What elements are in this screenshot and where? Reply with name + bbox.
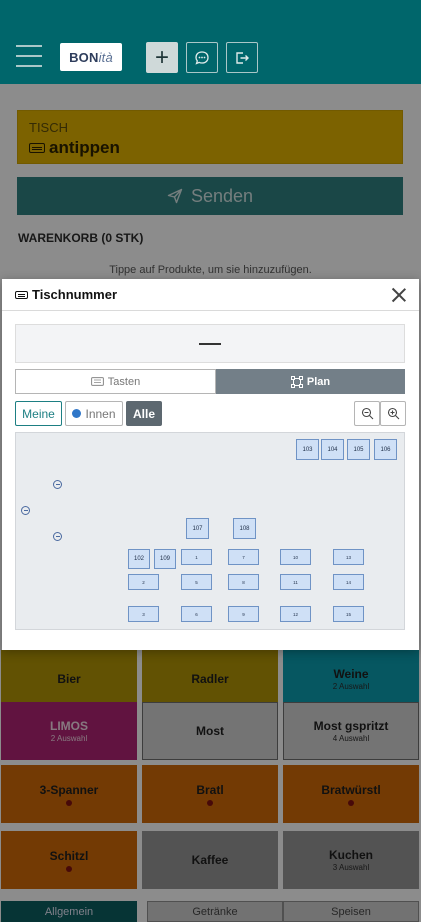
table-11[interactable]: 11 xyxy=(280,574,311,590)
table-3[interactable]: 3 xyxy=(128,606,159,622)
zoom-in-icon xyxy=(387,407,399,420)
table-108[interactable]: 108 xyxy=(233,518,256,539)
logout-icon xyxy=(236,51,249,64)
modal-title-text: Tischnummer xyxy=(32,287,118,302)
modal-header: Tischnummer xyxy=(2,279,419,311)
tab-tasten[interactable]: Tasten xyxy=(15,369,216,394)
keyboard-icon xyxy=(15,290,28,299)
table-102[interactable]: 102 xyxy=(128,549,150,569)
filter-innen-button[interactable]: Innen xyxy=(65,401,123,426)
message-button[interactable] xyxy=(186,42,218,73)
table-number-display xyxy=(15,324,405,363)
table-number-modal: Tischnummer Tasten Plan Meine Innen Alle xyxy=(2,279,419,650)
table-7[interactable]: 7 xyxy=(228,549,259,565)
logo-accent: ità xyxy=(98,49,113,65)
add-button[interactable]: + xyxy=(146,42,178,73)
table-1[interactable]: 1 xyxy=(181,549,212,565)
table-10[interactable]: 10 xyxy=(280,549,311,565)
plus-icon: + xyxy=(154,43,169,71)
message-icon xyxy=(195,50,209,65)
modal-title: Tischnummer xyxy=(15,287,117,302)
table-15[interactable]: 15 xyxy=(333,606,364,622)
table-14[interactable]: 14 xyxy=(333,574,364,590)
bonita-logo: BON ità xyxy=(60,43,122,71)
floor-plan-area[interactable]: 103 104 105 106 107 108 102 109 1 4 7 10… xyxy=(15,432,405,630)
table-5[interactable]: 5 xyxy=(181,574,212,590)
filter-innen-label: Innen xyxy=(85,406,116,421)
table-2[interactable]: 2 xyxy=(128,574,159,590)
zoom-out-icon xyxy=(361,407,373,420)
table-9[interactable]: 9 xyxy=(228,606,259,622)
room-marker-icon[interactable] xyxy=(21,506,30,515)
room-marker-icon[interactable] xyxy=(53,480,62,489)
filter-alle-button[interactable]: Alle xyxy=(126,401,162,426)
app-header: BON ità + xyxy=(0,0,421,84)
display-empty-dash xyxy=(199,342,221,345)
logout-button[interactable] xyxy=(226,42,258,73)
table-106[interactable]: 106 xyxy=(374,439,397,460)
keyboard-icon xyxy=(90,377,104,386)
floor-plan-icon xyxy=(290,375,303,388)
tab-tasten-label: Tasten xyxy=(107,375,141,388)
tab-plan-label: Plan xyxy=(306,375,331,388)
tab-plan[interactable]: Plan xyxy=(216,369,405,394)
table-12[interactable]: 12 xyxy=(280,606,311,622)
zoom-out-button[interactable] xyxy=(354,401,380,426)
table-8[interactable]: 8 xyxy=(228,574,259,590)
table-105[interactable]: 105 xyxy=(347,439,370,460)
zoom-in-button[interactable] xyxy=(380,401,406,426)
table-104[interactable]: 104 xyxy=(321,439,344,460)
innen-color-dot-icon xyxy=(72,409,82,418)
close-icon[interactable] xyxy=(389,285,409,305)
room-marker-icon[interactable] xyxy=(53,532,62,541)
logo-main: BON xyxy=(69,49,99,65)
table-13[interactable]: 13 xyxy=(333,549,364,565)
menu-icon[interactable] xyxy=(16,45,42,67)
filter-meine-button[interactable]: Meine xyxy=(15,401,62,426)
table-109[interactable]: 109 xyxy=(154,549,176,569)
table-6[interactable]: 6 xyxy=(181,606,212,622)
table-103[interactable]: 103 xyxy=(296,439,319,460)
table-107[interactable]: 107 xyxy=(186,518,209,539)
